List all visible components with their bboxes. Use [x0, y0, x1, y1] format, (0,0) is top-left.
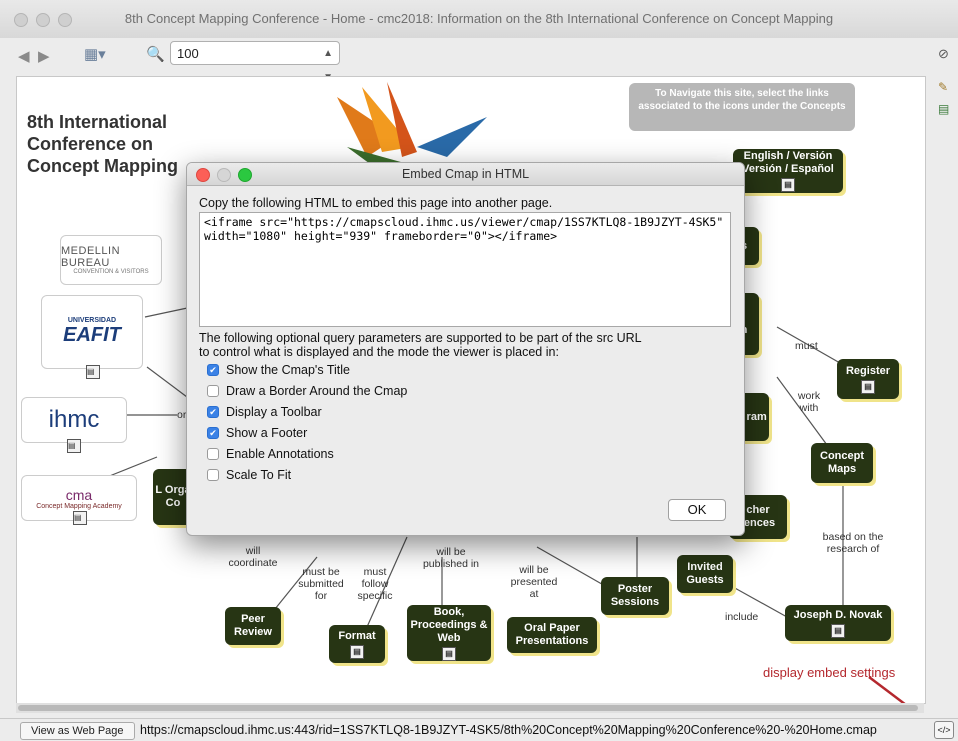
node-peer-review-label: Peer Review	[234, 613, 272, 638]
link-based-on: based on the research of	[822, 531, 884, 555]
title-bar: 8th Concept Mapping Conference - Home - …	[0, 0, 958, 39]
medellin-logo-subtext: CONVENTION & VISITORS	[73, 269, 149, 275]
option-display-toolbar[interactable]: ✔ Display a Toolbar	[207, 405, 322, 419]
cma-logo-text: Concept Mapping Academy	[36, 502, 122, 510]
node-register-label: Register	[845, 364, 891, 377]
medellin-logo[interactable]: MEDELLIN BUREAU CONVENTION & VISITORS	[60, 235, 162, 285]
link-must-be-submitted: must be submitted for	[298, 566, 344, 602]
scrollbar-thumb[interactable]	[18, 705, 918, 711]
zoom-value: 100	[177, 46, 199, 61]
checkbox-show-title[interactable]: ✔	[207, 364, 219, 376]
cmap-url: https://cmapscloud.ihmc.us:443/rid=1SS7K…	[140, 723, 877, 737]
resource-icon[interactable]: ▤	[67, 439, 81, 453]
node-book-proceedings[interactable]: Book, Proceedings & Web ▤	[407, 605, 491, 661]
resource-icon[interactable]: ▤	[442, 646, 456, 661]
layout-menu-icon[interactable]: ▦▾	[84, 45, 106, 63]
option-enable-annotations-label: Enable Annotations	[226, 447, 334, 461]
node-peer-review[interactable]: Peer Review	[225, 607, 281, 645]
node-poster-sessions-label: Poster Sessions	[610, 583, 660, 608]
link-must-follow: must follow specific	[357, 566, 393, 602]
node-oral-paper[interactable]: Oral Paper Presentations	[507, 617, 597, 653]
eafit-logo-text: EAFIT	[63, 324, 121, 346]
zoom-magnifier-icon: 🔍	[146, 46, 165, 63]
embed-dialog: Embed Cmap in HTML Copy the following HT…	[186, 162, 745, 536]
app-window: 8th Concept Mapping Conference - Home - …	[0, 0, 958, 741]
option-draw-border-label: Draw a Border Around the Cmap	[226, 384, 408, 398]
horizontal-scrollbar[interactable]	[16, 703, 924, 713]
node-english-label: English / Versión Versión / Español	[742, 150, 834, 175]
notes-icon[interactable]: ▤	[938, 102, 949, 116]
embed-code-textarea[interactable]: <iframe src="https://cmapscloud.ihmc.us/…	[199, 212, 731, 327]
node-english-version[interactable]: English / Versión Versión / Español ▤	[733, 149, 843, 193]
node-format[interactable]: Format ▤	[329, 625, 385, 663]
resource-icon[interactable]: ▤	[350, 644, 364, 659]
node-concept-maps-label: Concept Maps	[820, 450, 864, 475]
option-show-title-label: Show the Cmap's Title	[226, 363, 350, 377]
zoom-input[interactable]: 100 ▲▼	[170, 41, 340, 83]
option-enable-annotations[interactable]: Enable Annotations	[207, 447, 334, 461]
node-oral-paper-label: Oral Paper Presentations	[515, 622, 589, 647]
option-scale-to-fit-label: Scale To Fit	[226, 468, 292, 482]
node-invited-guests-label: Invited Guests	[686, 561, 724, 586]
embed-settings-note: display embed settings	[763, 665, 896, 680]
option-draw-border[interactable]: Draw a Border Around the Cmap	[207, 384, 407, 398]
params-description: The following optional query parameters …	[199, 331, 734, 359]
checkbox-scale-to-fit[interactable]	[207, 469, 219, 481]
ihmc-logo[interactable]: ihmc	[21, 397, 127, 443]
link-will-be-published: will be published in	[422, 546, 480, 570]
dialog-title: Embed Cmap in HTML	[401, 167, 530, 181]
ihmc-logo-text: ihmc	[48, 406, 100, 433]
node-register[interactable]: Register ▤	[837, 359, 899, 399]
navigation-note: To Navigate this site, select the links …	[629, 83, 855, 131]
forward-arrow-icon[interactable]: ▶	[38, 47, 50, 65]
view-as-web-page-button[interactable]: View as Web Page	[20, 722, 135, 740]
node-invited-guests[interactable]: Invited Guests	[677, 555, 733, 593]
ok-button[interactable]: OK	[668, 499, 726, 521]
option-show-footer-label: Show a Footer	[226, 426, 308, 440]
params-line-1: The following optional query parameters …	[199, 331, 642, 345]
embed-code-button[interactable]: </>	[934, 721, 954, 739]
link-include: include	[725, 611, 759, 623]
node-joseph-novak[interactable]: Joseph D. Novak ▤	[785, 605, 891, 641]
resource-icon[interactable]: ▤	[781, 178, 795, 192]
eafit-logo-top: UNIVERSIDAD	[67, 317, 117, 324]
bird-of-paradise-logo	[337, 82, 487, 172]
cma-logo-mark: cma	[65, 486, 93, 503]
node-poster-sessions[interactable]: Poster Sessions	[601, 577, 669, 615]
status-bar: View as Web Page https://cmapscloud.ihmc…	[0, 718, 958, 741]
dialog-instruction: Copy the following HTML to embed this pa…	[199, 196, 553, 210]
pencil-icon[interactable]: ✎	[938, 80, 948, 94]
option-scale-to-fit[interactable]: Scale To Fit	[207, 468, 291, 482]
option-show-title[interactable]: ✔ Show the Cmap's Title	[207, 363, 350, 377]
option-display-toolbar-label: Display a Toolbar	[226, 405, 322, 419]
resource-icon[interactable]: ▤	[831, 623, 845, 638]
back-arrow-icon[interactable]: ◀	[18, 47, 30, 65]
resource-icon[interactable]: ▤	[86, 365, 100, 379]
link-will-coordinate: will coordinate	[228, 545, 278, 569]
toolbar	[0, 38, 958, 76]
resource-icon[interactable]: ▤	[73, 511, 87, 525]
checkbox-show-footer[interactable]: ✔	[207, 427, 219, 439]
window-title: 8th Concept Mapping Conference - Home - …	[124, 11, 834, 26]
params-line-2: to control what is displayed and the mod…	[199, 345, 559, 359]
node-book-label: Book, Proceedings & Web	[410, 605, 488, 644]
option-show-footer[interactable]: ✔ Show a Footer	[207, 426, 307, 440]
node-format-label: Format	[338, 629, 376, 642]
checkbox-draw-border[interactable]	[207, 385, 219, 397]
link-work-with: work with	[797, 390, 821, 414]
link-must: must	[795, 340, 818, 352]
node-joseph-novak-label: Joseph D. Novak	[793, 608, 883, 621]
link-will-be-presented: will be presented at	[510, 564, 558, 600]
hide-icon[interactable]: ⊘	[938, 46, 949, 62]
medellin-logo-text: MEDELLIN BUREAU	[61, 245, 121, 269]
dialog-title-bar: Embed Cmap in HTML	[187, 163, 744, 186]
resource-icon[interactable]: ▤	[861, 379, 875, 394]
node-concept-maps[interactable]: Concept Maps	[811, 443, 873, 483]
checkbox-display-toolbar[interactable]: ✔	[207, 406, 219, 418]
link-or: or	[177, 409, 187, 421]
checkbox-enable-annotations[interactable]	[207, 448, 219, 460]
eafit-logo[interactable]: UNIVERSIDAD EAFIT	[41, 295, 143, 369]
